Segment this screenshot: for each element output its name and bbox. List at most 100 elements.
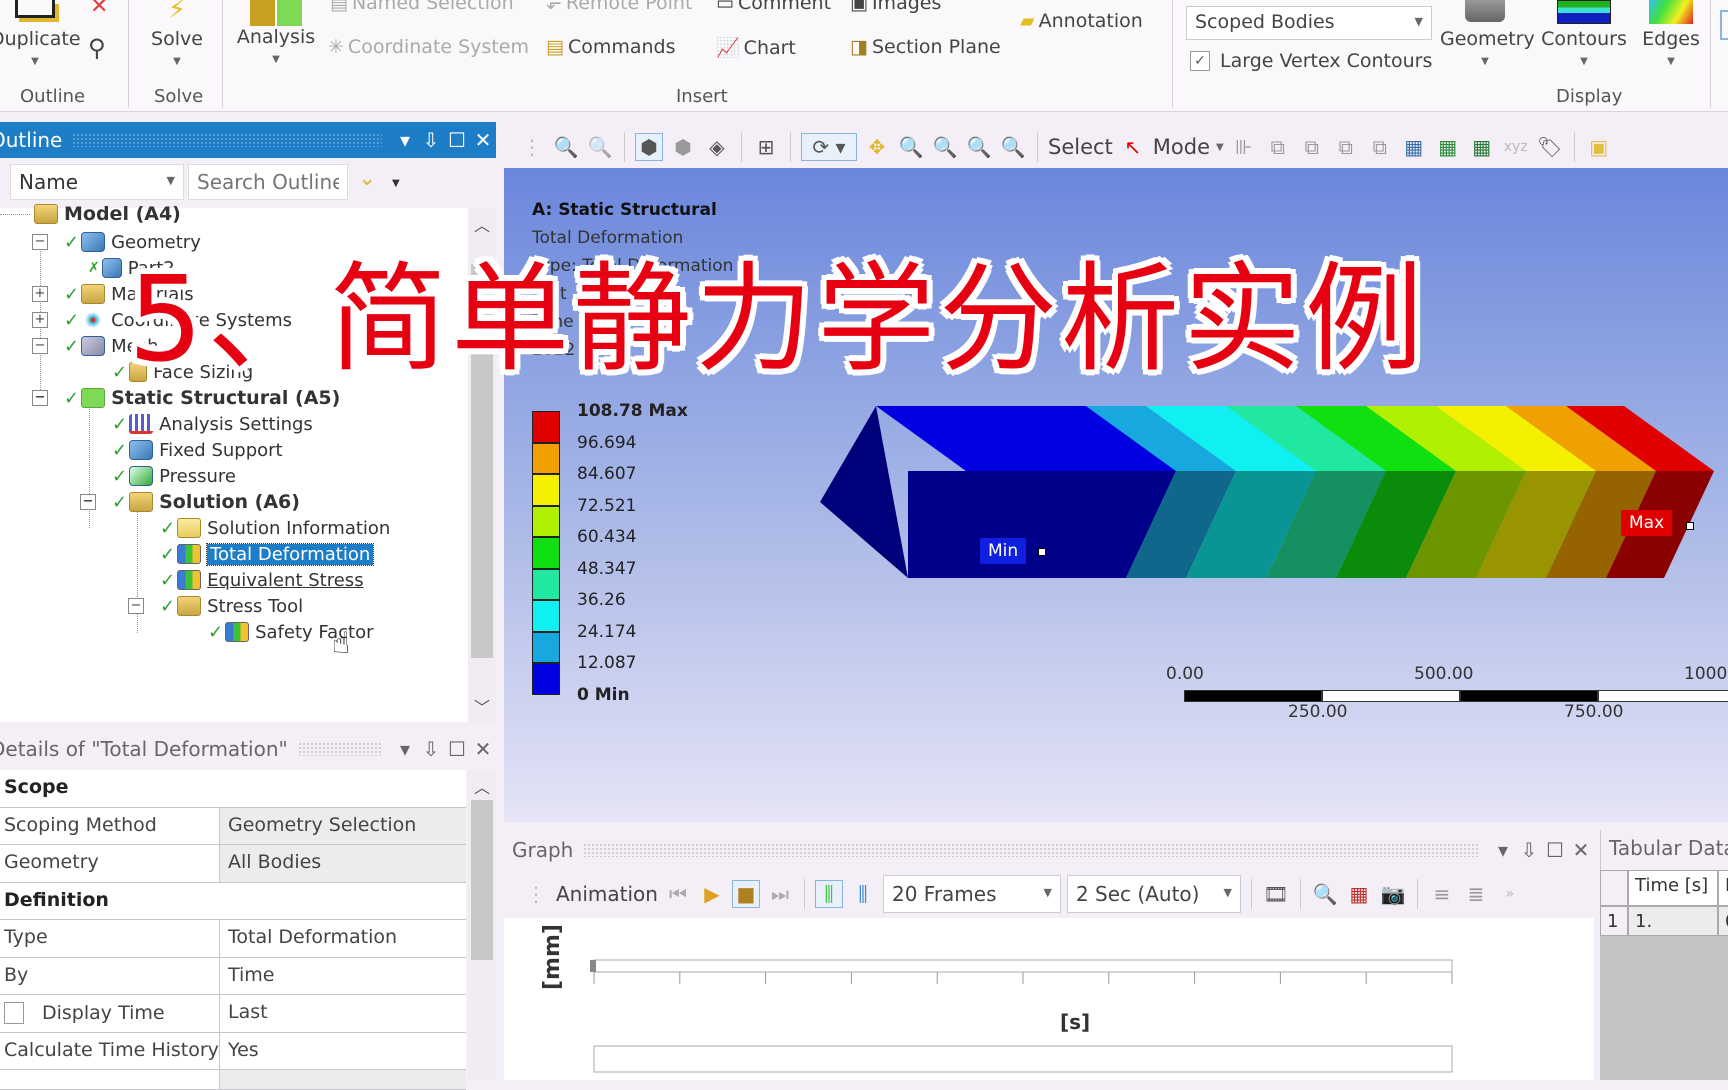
dropdown-arrow-icon[interactable]: ▼ [392, 178, 400, 189]
close-icon[interactable]: ✕ [470, 737, 496, 761]
panel-menu-icon[interactable]: ▾ [392, 737, 418, 761]
maximize-icon[interactable]: ☐ [444, 128, 470, 152]
zoom-graph-icon[interactable]: 🔍 [1311, 880, 1339, 908]
collapse-icon[interactable]: − [32, 390, 48, 406]
tree-item-model[interactable]: Model (A4) [0, 200, 181, 228]
images-button[interactable]: ▣ Images [850, 0, 941, 14]
search-icon[interactable]: ⚲ [88, 34, 106, 62]
beam-model[interactable] [504, 168, 1728, 822]
named-selection-button[interactable]: ▤ Named Selection [330, 0, 514, 14]
duplicate-button[interactable]: Duplicate ▼ [0, 0, 81, 67]
max-probe-label[interactable]: Max [1621, 510, 1673, 536]
contours-button[interactable]: Contours ▼ [1536, 0, 1632, 67]
details-value[interactable]: Yes [220, 1033, 466, 1070]
shaded-cube-icon[interactable]: ⬢ [635, 133, 663, 161]
details-row[interactable]: Geometry All Bodies [0, 845, 466, 883]
xyz-coordinates-icon[interactable]: xyz [1502, 133, 1530, 161]
label-icon[interactable]: 🏷 [1536, 133, 1564, 161]
zoom-previous-icon[interactable]: 🔍 [586, 133, 614, 161]
tree-item-equivalent-stress[interactable]: ✓ Equivalent Stress [160, 566, 364, 594]
expand-icon[interactable]: + [32, 312, 48, 328]
align-icon[interactable]: ≡ [1428, 880, 1456, 908]
search-outline-input[interactable] [188, 164, 348, 200]
search-chevron-icon[interactable]: ⌄ [358, 166, 376, 191]
scope-select[interactable]: Scoped Bodies ▼ [1186, 6, 1432, 40]
wireframe-cube-icon[interactable]: ⬢ [669, 133, 697, 161]
pin-icon[interactable]: ⇩ [418, 737, 444, 761]
toolbar-grip[interactable]: ⋮ [522, 880, 550, 908]
drag-handle[interactable] [583, 843, 1480, 857]
zoom-icon[interactable]: 🔍 [897, 133, 925, 161]
delete-icon[interactable]: ✕ [90, 0, 108, 19]
align-alt-icon[interactable]: ≣ [1462, 880, 1490, 908]
drag-handle[interactable] [72, 133, 382, 147]
scroll-up-icon[interactable]: ︿ [468, 212, 496, 236]
previous-frame-icon[interactable]: ⏮ [664, 880, 692, 908]
select-filter-icon[interactable]: ⊪ [1230, 133, 1258, 161]
select-face-icon[interactable]: ⧉ [1332, 133, 1360, 161]
tree-item-total-deformation[interactable]: ✓ Total Deformation [160, 540, 375, 568]
pan-icon[interactable]: ✥ [863, 133, 891, 161]
tree-item-solution[interactable]: − ✓ Solution (A6) [80, 488, 300, 516]
tree-item-solution-information[interactable]: ✓ Solution Information [160, 514, 390, 542]
select-edge-icon[interactable]: ⧉ [1298, 133, 1326, 161]
tree-item-static-structural[interactable]: − ✓ Static Structural (A5) [32, 384, 340, 412]
tree-item-geometry[interactable]: − ✓ Geometry [32, 228, 201, 256]
annotation-button[interactable]: ▰ Annotation [1020, 10, 1143, 32]
zoom-in-icon[interactable]: 🔍 [965, 133, 993, 161]
rotate-icon[interactable]: ⟳ ▾ [801, 133, 857, 161]
details-value[interactable]: All Bodies [220, 845, 466, 882]
details-row[interactable]: Calculate Time History Yes [0, 1032, 466, 1070]
select-body-icon[interactable]: ⧉ [1366, 133, 1394, 161]
panel-menu-icon[interactable]: ▾ [392, 128, 418, 152]
pin-icon[interactable]: ⇩ [418, 128, 444, 152]
play-icon[interactable]: ▶ [698, 880, 726, 908]
select-element-face-icon[interactable]: ▦ [1434, 133, 1462, 161]
collapse-icon[interactable]: − [32, 338, 48, 354]
large-vertex-contours-checkbox[interactable]: ✓ Large Vertex Contours [1190, 50, 1432, 72]
time-slider[interactable] [593, 1045, 1453, 1073]
drag-handle[interactable] [297, 742, 382, 756]
frames-select[interactable]: 20 Frames ▼ [882, 875, 1061, 913]
comment-button[interactable]: ▭ Comment [716, 0, 831, 14]
details-row[interactable]: By Time [0, 957, 466, 995]
filter-type-select[interactable]: Name ▼ [10, 164, 184, 200]
details-value[interactable]: Last [220, 995, 466, 1032]
collapse-icon[interactable]: − [128, 598, 144, 614]
duration-select[interactable]: 2 Sec (Auto) ▼ [1066, 875, 1241, 913]
next-frame-icon[interactable]: ⏭ [766, 880, 794, 908]
panel-menu-icon[interactable]: ▾ [1490, 838, 1516, 862]
outline-scrollbar[interactable]: ︿ ﹀ [468, 208, 496, 722]
analysis-button[interactable]: Analysis ▼ [234, 0, 318, 65]
viewports-icon[interactable]: ⊞ [752, 133, 780, 161]
details-row[interactable]: Display Time Last [0, 995, 466, 1033]
details-scrollbar[interactable]: ︿ [468, 770, 496, 1080]
select-mode-cursor-icon[interactable]: ↖ [1119, 133, 1147, 161]
details-section-scope[interactable]: Scope [0, 770, 466, 808]
stop-icon[interactable]: ■ [731, 880, 760, 908]
close-icon[interactable]: ✕ [1568, 838, 1594, 862]
solve-button[interactable]: ⚡ Solve ▼ [142, 0, 212, 67]
zoom-out-icon[interactable]: 🔍 [999, 133, 1027, 161]
tree-item-mesh[interactable]: − ✓ Mesh [32, 332, 158, 360]
details-value[interactable]: Time [220, 958, 466, 995]
tree-item-materials[interactable]: + ✓ Materials [32, 280, 194, 308]
distributed-frames-icon[interactable]: ⫼ [814, 880, 843, 908]
result-sets-icon[interactable]: ⫼ [849, 880, 877, 908]
close-icon[interactable]: ✕ [470, 128, 496, 152]
coordinate-system-button[interactable]: ✳ Coordinate System [328, 36, 529, 58]
zoom-to-fit-icon[interactable]: 🔍 [552, 133, 580, 161]
select-node-icon[interactable]: ▦ [1400, 133, 1428, 161]
details-value[interactable]: Total Deformation [220, 920, 466, 957]
time-history-graph[interactable] [504, 918, 1594, 1080]
toolbar-grip[interactable]: ⋮ [518, 133, 546, 161]
details-row[interactable]: Type Total Deformation [0, 920, 466, 958]
chart-button[interactable]: 📈 Chart [716, 36, 796, 60]
table-cell[interactable]: 0. [1718, 906, 1728, 936]
box-zoom-icon[interactable]: 🔍 [931, 133, 959, 161]
edges-button[interactable]: Edges ▼ [1636, 0, 1706, 67]
details-row[interactable]: Scoping Method Geometry Selection [0, 807, 466, 845]
show-vertices-icon[interactable]: ◈ [703, 133, 731, 161]
remote-point-button[interactable]: ⬐ Remote Point [546, 0, 692, 14]
tree-item-coordinate-systems[interactable]: + ✓ Coordinate Systems [32, 306, 292, 334]
